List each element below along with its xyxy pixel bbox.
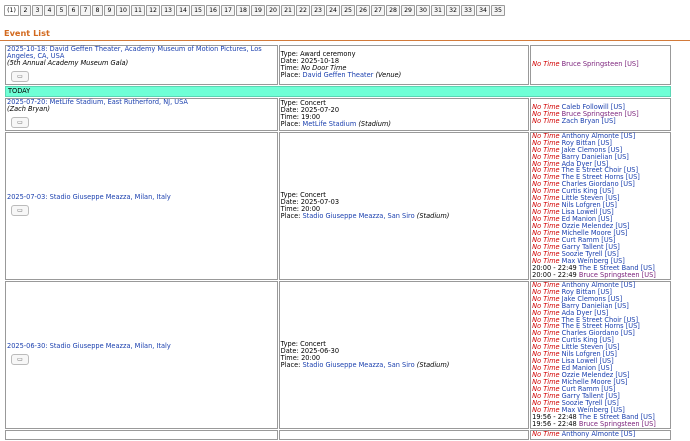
page-button[interactable]: 10 <box>116 5 130 16</box>
event-details-cell: Type: Concert Date: 2025-07-20 Time: 19:00… <box>278 97 530 131</box>
event-details-cell: Type: Concert Date: 2025-06-30 Time: 20:00… <box>278 280 530 429</box>
event-subtitle: (Zach Bryan) <box>7 104 50 113</box>
event-title-cell: 2025-06-30: Stadio Giuseppe Meazza, Mila… <box>5 280 278 429</box>
performers-cell: No Time Bruce Springsteen [US] <box>530 45 671 85</box>
event-title-cell: 2025-07-03: Stadio Giuseppe Meazza, Mila… <box>5 131 278 280</box>
event-link[interactable]: 2025-06-30: Stadio Giuseppe Meazza, Mila… <box>7 342 171 350</box>
venue-link[interactable]: Stadio Giuseppe Meazza, San Siro <box>303 212 415 220</box>
event-row: 2025-07-03: Stadio Giuseppe Meazza, Mila… <box>5 131 671 280</box>
page-button[interactable]: 22 <box>296 5 310 16</box>
event-details-cell: Type: Award ceremony Date: 2025-10-18 Time… <box>278 45 530 85</box>
performer-time: 19:56 - 22:48 <box>532 419 577 428</box>
page-button[interactable]: 31 <box>431 5 445 16</box>
event-link[interactable]: 2025-07-03: Stadio Giuseppe Meazza, Mila… <box>7 193 171 201</box>
event-subtitle: (5th Annual Academy Museum Gala) <box>7 58 129 67</box>
event-table: 2025-10-18: David Geffen Theater, Academ… <box>4 44 672 441</box>
page-button[interactable]: 14 <box>176 5 190 16</box>
performer-link[interactable]: Zach Bryan [US] <box>562 117 616 125</box>
page-button[interactable]: 17 <box>221 5 235 16</box>
page-button[interactable]: 16 <box>206 5 220 16</box>
calendar-icon[interactable]: ▭ <box>11 204 29 216</box>
page-button[interactable]: 9 <box>104 5 115 16</box>
page-button[interactable]: 7 <box>80 5 91 16</box>
venue-type: (Venue) <box>373 70 402 79</box>
venue-type: (Stadium) <box>414 211 450 220</box>
section-title: Event List <box>4 28 50 38</box>
performer-time: No Time <box>532 60 560 69</box>
page-button[interactable]: 6 <box>68 5 79 16</box>
page-button[interactable]: 27 <box>371 5 385 16</box>
pagination: (1) 2 3 4 5 6 7 8 9 10 11 12 13 14 15 16 17 18 19 20 21 22 23 2… <box>4 5 505 16</box>
event-details-cell: Type: Concert Date: 2025-07-03 Time: 20:00… <box>278 131 530 280</box>
performer-time: No Time <box>532 429 560 438</box>
page-button[interactable]: 30 <box>416 5 430 16</box>
calendar-icon[interactable]: ▭ <box>11 353 29 365</box>
performer-link[interactable]: Bruce Springsteen [US] <box>562 60 639 68</box>
divider <box>0 40 690 41</box>
page-button[interactable]: 21 <box>281 5 295 16</box>
performer-time: No Time <box>532 116 560 125</box>
event-details-cell <box>278 429 530 440</box>
event-row: 2025-07-20: MetLife Stadium, East Ruther… <box>5 97 671 131</box>
event-place-label: Place: <box>280 70 303 79</box>
event-place-label: Place: <box>280 211 303 220</box>
venue-link[interactable]: MetLife Stadium <box>303 120 357 128</box>
venue-link[interactable]: Stadio Giuseppe Meazza, San Siro <box>303 361 415 369</box>
page-button[interactable]: 32 <box>446 5 460 16</box>
venue-type: (Stadium) <box>414 360 450 369</box>
page-button[interactable]: 20 <box>266 5 280 16</box>
page-button[interactable]: 12 <box>146 5 160 16</box>
page-button[interactable]: 29 <box>401 5 415 16</box>
performer-link[interactable]: Anthony Almonte [US] <box>562 430 636 438</box>
event-title-cell: 2025-07-20: MetLife Stadium, East Ruther… <box>5 97 278 131</box>
event-row: 2025-06-30: Stadio Giuseppe Meazza, Mila… <box>5 280 671 429</box>
performers-cell: No Time Anthony Almonte [US] No Time Roy … <box>530 131 671 280</box>
event-row: No Time Anthony Almonte [US] <box>5 429 671 440</box>
performers-cell: No Time Anthony Almonte [US] No Time Roy … <box>530 280 671 429</box>
page-button[interactable]: 5 <box>56 5 67 16</box>
event-title-cell: 2025-10-18: David Geffen Theater, Academ… <box>5 45 278 85</box>
page-button[interactable]: 26 <box>356 5 370 16</box>
today-row: TODAY <box>5 85 671 97</box>
today-label: TODAY <box>5 85 671 97</box>
page-button[interactable]: 11 <box>131 5 145 16</box>
page-button[interactable]: 8 <box>92 5 103 16</box>
performers-cell: No Time Anthony Almonte [US] <box>530 429 671 440</box>
page-button[interactable]: (1) <box>4 5 19 16</box>
calendar-icon[interactable]: ▭ <box>11 116 29 128</box>
page-button[interactable]: 35 <box>491 5 505 16</box>
page-button[interactable]: 2 <box>20 5 31 16</box>
page-button[interactable]: 24 <box>326 5 340 16</box>
event-place-label: Place: <box>280 120 303 129</box>
event-place-label: Place: <box>280 360 303 369</box>
page-button[interactable]: 13 <box>161 5 175 16</box>
page-button[interactable]: 4 <box>44 5 55 16</box>
page-button[interactable]: 28 <box>386 5 400 16</box>
performer-link[interactable]: Bruce Springsteen [US] <box>579 420 656 428</box>
performer-link[interactable]: Bruce Springsteen [US] <box>579 271 656 279</box>
page-button[interactable]: 33 <box>461 5 475 16</box>
venue-link[interactable]: David Geffen Theater <box>303 71 374 79</box>
event-row: 2025-10-18: David Geffen Theater, Academ… <box>5 45 671 85</box>
venue-type: (Stadium) <box>356 120 391 129</box>
page-button[interactable]: 23 <box>311 5 325 16</box>
page-button[interactable]: 19 <box>251 5 265 16</box>
event-title-cell <box>5 429 278 440</box>
performer-time: 20:00 - 22:49 <box>532 270 577 279</box>
page-button[interactable]: 25 <box>341 5 355 16</box>
performers-cell: No Time Caleb Followill [US] No Time Bruc… <box>530 97 671 131</box>
page-button[interactable]: 15 <box>191 5 205 16</box>
page-button[interactable]: 18 <box>236 5 250 16</box>
event-link[interactable]: 2025-10-18: David Geffen Theater, Academ… <box>7 45 262 60</box>
page-button[interactable]: 34 <box>476 5 490 16</box>
page-button[interactable]: 3 <box>32 5 43 16</box>
calendar-icon[interactable]: ▭ <box>11 70 29 82</box>
